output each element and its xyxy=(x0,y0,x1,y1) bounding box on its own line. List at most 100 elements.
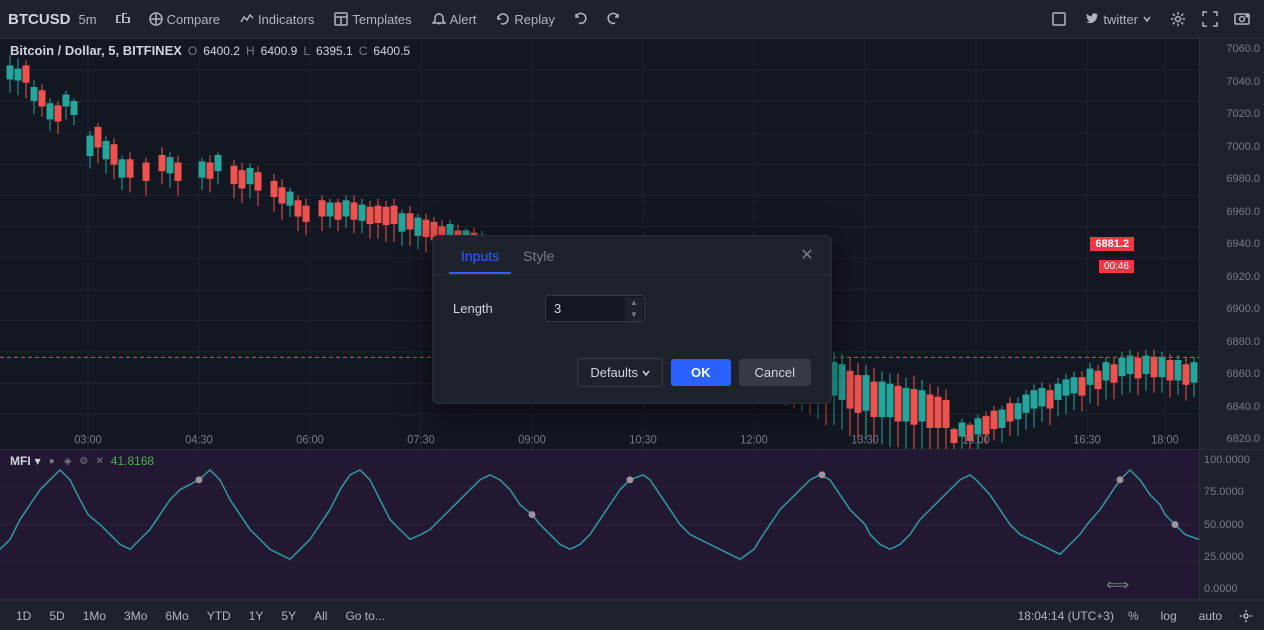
spinner-down-button[interactable]: ▼ xyxy=(625,309,643,321)
price-label-6: 6960.0 xyxy=(1204,206,1260,218)
price-label-11: 6860.0 xyxy=(1204,368,1260,380)
tab-style[interactable]: Style xyxy=(511,236,566,274)
modal-body: Length ▲ ▼ xyxy=(433,275,831,358)
mfi-axis-2: 75.0000 xyxy=(1204,486,1260,498)
mfi-settings-button[interactable]: ⚙ xyxy=(77,454,91,468)
mfi-value: 41.8168 xyxy=(111,454,154,468)
tab-inputs[interactable]: Inputs xyxy=(449,236,511,274)
mfi-background xyxy=(0,450,1199,599)
timeframe-ytd[interactable]: YTD xyxy=(199,607,239,625)
timeframe-6mo[interactable]: 6Mo xyxy=(157,607,196,625)
svg-text:15:00: 15:00 xyxy=(962,434,990,446)
symbol-label[interactable]: BTCUSD xyxy=(8,11,71,28)
length-label: Length xyxy=(453,301,533,316)
timeframe-1y[interactable]: 1Y xyxy=(241,607,272,625)
price-label-8: 6920.0 xyxy=(1204,271,1260,283)
current-price-badge: 6881.2 xyxy=(1090,237,1134,251)
modal-close-button[interactable]: ✕ xyxy=(795,243,819,267)
screenshot-button[interactable] xyxy=(1228,5,1256,33)
timeframe-1d[interactable]: 1D xyxy=(8,607,39,625)
timeframe-5y[interactable]: 5Y xyxy=(273,607,304,625)
time-badge: 00:46 xyxy=(1099,260,1134,273)
templates-button[interactable]: Templates xyxy=(326,8,419,31)
price-label-2: 7040.0 xyxy=(1204,76,1260,88)
ohlc-o-val: 6400.2 xyxy=(203,44,240,58)
redo-button[interactable] xyxy=(599,5,627,33)
compare-label: Compare xyxy=(167,12,220,27)
modal-dialog: Inputs Style ✕ Length ▲ ▼ Defaults xyxy=(432,235,832,404)
spinner-up-button[interactable]: ▲ xyxy=(625,297,643,309)
svg-text:06:00: 06:00 xyxy=(296,434,324,446)
svg-text:10:30: 10:30 xyxy=(629,434,657,446)
indicators-button[interactable]: Indicators xyxy=(232,8,322,31)
mfi-chart[interactable]: MFI ▾ ● ◈ ⚙ ✕ 41.8168 xyxy=(0,450,1199,599)
price-label-3: 7020.0 xyxy=(1204,108,1260,120)
settings-icon-bottom[interactable] xyxy=(1236,606,1256,626)
mfi-dot: ▾ xyxy=(35,454,41,468)
cancel-button[interactable]: Cancel xyxy=(739,359,811,386)
mfi-axis-1: 100.0000 xyxy=(1204,454,1260,466)
timeframe-3mo[interactable]: 3Mo xyxy=(116,607,155,625)
replay-button[interactable]: Replay xyxy=(488,8,562,31)
svg-text:16:30: 16:30 xyxy=(1073,434,1101,446)
timeframe-5d[interactable]: 5D xyxy=(41,607,72,625)
timeframe-all[interactable]: All xyxy=(306,607,335,625)
chart-title: Bitcoin / Dollar, 5, BITFINEX xyxy=(10,43,182,58)
twitter-button[interactable]: twitter xyxy=(1077,8,1160,31)
mfi-label-bar: MFI ▾ ● ◈ ⚙ ✕ 41.8168 xyxy=(10,454,154,468)
price-label-1: 7060.0 xyxy=(1204,43,1260,55)
spinner-buttons: ▲ ▼ xyxy=(625,297,643,321)
mfi-close-button[interactable]: ✕ xyxy=(93,454,107,468)
length-field-row: Length ▲ ▼ xyxy=(453,295,811,322)
timeframe-1mo[interactable]: 1Mo xyxy=(75,607,114,625)
mfi-panel: MFI ▾ ● ◈ ⚙ ✕ 41.8168 xyxy=(0,450,1264,600)
mfi-eye-button[interactable]: ● xyxy=(45,454,59,468)
price-label-12: 6840.0 xyxy=(1204,401,1260,413)
ohlc-h-val: 6400.9 xyxy=(261,44,298,58)
length-input-wrap: ▲ ▼ xyxy=(545,295,645,322)
timeframe-label[interactable]: 5m xyxy=(79,12,97,27)
auto-button[interactable]: auto xyxy=(1191,607,1230,625)
price-label-4: 7000.0 xyxy=(1204,141,1260,153)
svg-text:03:00: 03:00 xyxy=(74,434,102,446)
goto-button[interactable]: Go to... xyxy=(337,607,392,625)
bottom-right: 18:04:14 (UTC+3) % log auto xyxy=(1018,606,1256,626)
bottom-bar: 1D 5D 1Mo 3Mo 6Mo YTD 1Y 5Y All Go to...… xyxy=(0,600,1264,630)
mfi-axis-5: 0.0000 xyxy=(1204,583,1260,595)
alert-button[interactable]: Alert xyxy=(424,8,485,31)
svg-text:12:00: 12:00 xyxy=(740,434,768,446)
price-label-9: 6900.0 xyxy=(1204,303,1260,315)
price-label-7: 6940.0 xyxy=(1204,238,1260,250)
alert-label: Alert xyxy=(450,12,477,27)
chart-type-button[interactable] xyxy=(109,5,137,33)
mfi-pin-button[interactable]: ◈ xyxy=(61,454,75,468)
replay-label: Replay xyxy=(514,12,554,27)
svg-text:18:00: 18:00 xyxy=(1151,434,1179,446)
ohlc-o-label: O xyxy=(188,44,197,58)
ohlc-c-label: C xyxy=(359,44,368,58)
ohlc-c-val: 6400.5 xyxy=(373,44,410,58)
ok-button[interactable]: OK xyxy=(671,359,731,386)
price-label-10: 6880.0 xyxy=(1204,336,1260,348)
ohlc-h-label: H xyxy=(246,44,255,58)
mfi-axis-4: 25.0000 xyxy=(1204,551,1260,563)
datetime-label: 18:04:14 (UTC+3) xyxy=(1018,609,1114,623)
twitter-label: twitter xyxy=(1103,12,1138,27)
mfi-controls: ● ◈ ⚙ ✕ xyxy=(45,454,107,468)
expand-mfi-button[interactable]: ⟺ xyxy=(1106,575,1129,595)
defaults-button[interactable]: Defaults xyxy=(577,358,663,387)
svg-text:04:30: 04:30 xyxy=(185,434,213,446)
settings-button[interactable] xyxy=(1164,5,1192,33)
undo-button[interactable] xyxy=(567,5,595,33)
top-bar-right: twitter xyxy=(1045,5,1256,33)
ohlc-l-val: 6395.1 xyxy=(316,44,353,58)
fullscreen-button[interactable] xyxy=(1196,5,1224,33)
price-label-13: 6820.0 xyxy=(1204,433,1260,445)
top-toolbar: BTCUSD 5m Compare Indicators Templates xyxy=(0,0,1264,39)
compare-button[interactable]: Compare xyxy=(141,8,228,31)
percent-button[interactable]: % xyxy=(1120,607,1147,625)
indicators-label: Indicators xyxy=(258,12,314,27)
window-button[interactable] xyxy=(1045,5,1073,33)
log-button[interactable]: log xyxy=(1153,607,1185,625)
mfi-axis: 100.0000 75.0000 50.0000 25.0000 0.0000 xyxy=(1199,450,1264,599)
